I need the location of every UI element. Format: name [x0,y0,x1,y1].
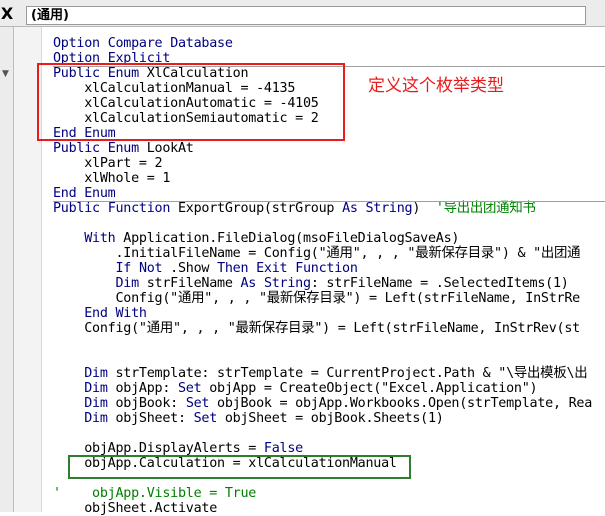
code-line: Dim objBook: Set objBook = objApp.Workbo… [84,396,593,411]
enum-highlight-box [37,63,345,141]
calculation-highlight-box [68,455,411,479]
code-line: .InitialFileName = Config("通用", , , "最新保… [53,246,581,261]
code-line: objSheet.Activate [53,501,218,516]
code-line: Dim strTemplate: strTemplate = CurrentPr… [84,366,588,381]
code-line: xlWhole = 1 [53,171,171,186]
code-line: End With [84,306,147,321]
code-line: Config("通用", , , "最新保存目录") = Left(strFil… [53,321,580,336]
code-line: ' objApp.Visible = True [53,486,257,501]
code-line: Dim objSheet: Set objSheet = objBook.She… [84,411,444,426]
procedure-separator [53,201,605,202]
object-dropdown[interactable]: (通用) [26,6,586,25]
code-line: objApp.DisplayAlerts = False [53,441,303,456]
code-line: Config("通用", , , "最新保存目录") = Left(strFil… [53,291,580,306]
code-line: Public Enum LookAt [53,141,194,156]
split-arrow-icon[interactable]: ▼ [2,69,12,79]
code-line: If Not .Show Then Exit Function [115,261,358,276]
close-button[interactable]: X [0,4,14,24]
code-line: With Application.FileDialog(msoFileDialo… [84,231,460,246]
code-line: Option Compare Database [53,36,233,51]
code-line: Dim objApp: Set objApp = CreateObject("E… [84,381,538,396]
code-line: Dim strFileName As String: strFileName =… [115,276,569,291]
code-line: Public Function ExportGroup(strGroup As … [53,201,536,216]
code-line: End Enum [53,186,116,201]
enum-annotation-label: 定义这个枚举类型 [368,76,504,96]
code-window-header: X (通用) [0,0,605,27]
code-line: xlPart = 2 [53,156,163,171]
left-toolbar: ▼ [0,27,14,512]
